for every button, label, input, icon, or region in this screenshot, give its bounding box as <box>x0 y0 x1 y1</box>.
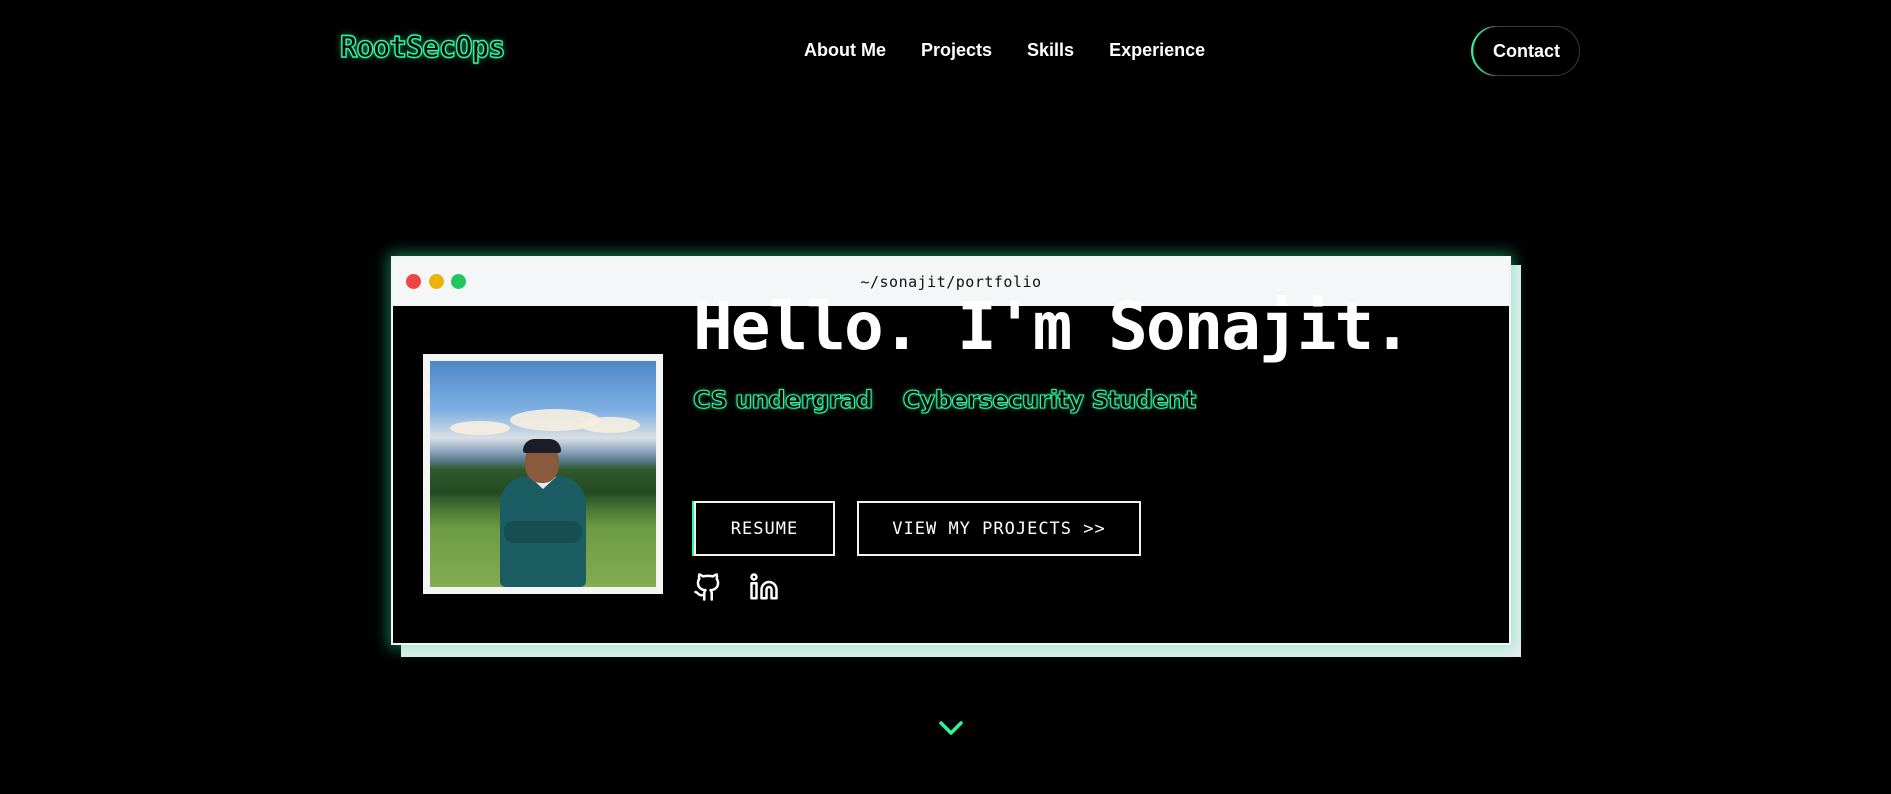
photo-person-cap <box>523 439 561 453</box>
photo-cloud <box>450 421 510 435</box>
top-navbar: RootSecOps About Me Projects Skills Expe… <box>0 0 1891 104</box>
photo-cloud <box>580 417 640 433</box>
nav-link-projects[interactable]: Projects <box>921 40 992 61</box>
resume-button[interactable]: RESUME <box>694 501 835 556</box>
site-logo[interactable]: RootSecOps <box>339 29 506 64</box>
hero-tags: CS undergrad Cybersecurity Student <box>692 385 1197 414</box>
hero-greeting: Hello. I'm Sonajit. <box>693 288 1412 365</box>
terminal-window: ~/sonajit/portfolio Hello. I'm Sonajit. … <box>391 256 1511 645</box>
tag-cybersecurity-student: Cybersecurity Student <box>902 385 1197 414</box>
scroll-down-chevron-icon[interactable] <box>937 718 965 738</box>
nav-link-skills[interactable]: Skills <box>1027 40 1074 61</box>
contact-button[interactable]: Contact <box>1473 26 1580 76</box>
nav-link-experience[interactable]: Experience <box>1109 40 1205 61</box>
nav-link-about-me[interactable]: About Me <box>804 40 886 61</box>
profile-photo <box>430 361 656 587</box>
github-icon[interactable] <box>693 572 723 602</box>
linkedin-icon[interactable] <box>749 572 779 602</box>
tag-cs-undergrad: CS undergrad <box>692 385 873 414</box>
nav-links: About Me Projects Skills Experience <box>804 40 1205 61</box>
page: RootSecOps About Me Projects Skills Expe… <box>0 0 1891 794</box>
view-projects-button[interactable]: VIEW MY PROJECTS >> <box>857 501 1141 556</box>
photo-person-arms <box>504 521 582 543</box>
profile-photo-frame <box>423 354 663 594</box>
